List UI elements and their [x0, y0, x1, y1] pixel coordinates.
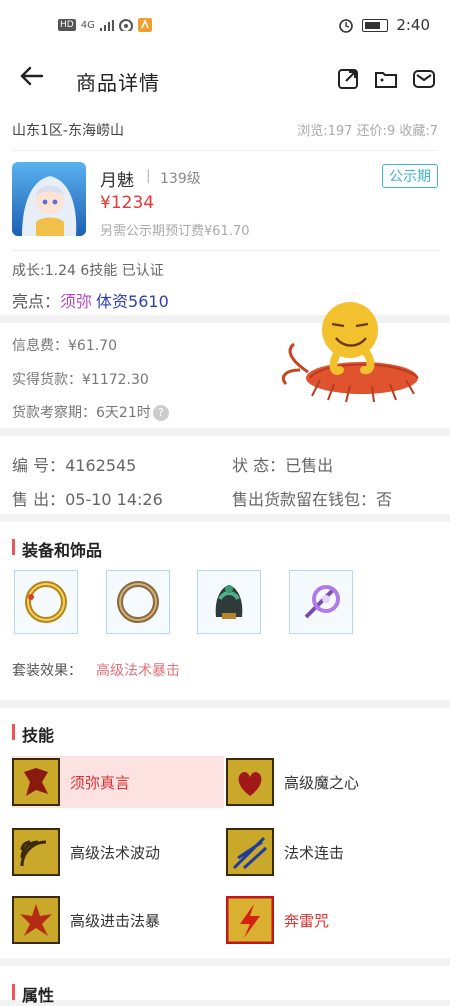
skill-item[interactable]: 须弥真言: [12, 756, 224, 808]
help-icon[interactable]: ?: [152, 405, 169, 421]
section-title-equipment: 装备和饰品: [12, 537, 102, 561]
clock: 2:40: [396, 16, 430, 34]
name-separator: |: [146, 168, 151, 184]
item-id: 编 号：4162545: [12, 456, 137, 475]
helmet-icon[interactable]: [197, 570, 261, 634]
server-name: 山东1区-东海崂山: [12, 123, 124, 139]
folder-icon[interactable]: [374, 68, 398, 90]
highlights: 亮点：须弥 体资5610: [12, 292, 169, 311]
growth-info: 成长:1.24 6技能 已认证: [12, 263, 164, 279]
gold-ring-icon[interactable]: [14, 570, 78, 634]
section-title-attributes: 属性: [12, 982, 54, 1006]
reservation-fee-note: 另需公示期预订费¥61.70: [100, 224, 250, 239]
set-effect-label: 套装效果：: [12, 663, 82, 679]
character-avatar: [12, 162, 86, 236]
skill-item[interactable]: 高级法术波动: [12, 826, 224, 878]
signal-icon: [99, 19, 114, 31]
message-icon[interactable]: [412, 68, 436, 90]
trade-info-card: 编 号：4162545 状 态：已售出 售 出：05-10 14:26 售出货款…: [0, 436, 450, 514]
status-bar: HD 4G 2:40: [0, 0, 450, 52]
status-badge: 公示期: [382, 164, 438, 188]
sold-time: 售 出：05-10 14:26: [12, 490, 163, 509]
hd-indicator: HD: [58, 19, 76, 31]
actual-payment: 实得货款：¥1172.30: [12, 372, 149, 388]
attributes-card: [0, 966, 450, 1000]
info-fee: 信息费：¥61.70: [12, 338, 117, 354]
alarm-icon: [339, 19, 354, 33]
skill-wave-icon: [12, 828, 60, 876]
mascot-sticker: [280, 300, 430, 410]
wifi-icon: [118, 19, 133, 31]
highlight-tag: 须弥: [60, 292, 93, 311]
skill-thunder-icon: [226, 896, 274, 944]
character-level: 139级: [160, 171, 201, 187]
wallet-retention: 售出货款留在钱包：否: [232, 490, 393, 509]
character-name: 月魅: [100, 171, 134, 191]
set-effect-value: 高级法术暴击: [96, 663, 180, 679]
listing-card: 山东1区-东海崂山 浏览:197 还价:9 收藏:7 月魅 | 139级 ¥12…: [0, 110, 450, 315]
purple-weapon-icon[interactable]: [289, 570, 353, 634]
network-indicator: 4G: [80, 19, 95, 31]
bronze-ring-icon[interactable]: [106, 570, 170, 634]
price: ¥1234: [100, 193, 155, 213]
page-title: 商品详情: [76, 71, 160, 95]
review-period: 货款考察期：6天21时?: [12, 402, 169, 422]
share-icon[interactable]: [336, 68, 360, 90]
nav-bar: 商品详情: [0, 52, 450, 110]
skill-burst-icon: [12, 896, 60, 944]
skill-xumi-icon: [12, 758, 60, 806]
highlight-tag: 体资5610: [96, 292, 169, 311]
listing-stats: 浏览:197 还价:9 收藏:7: [297, 124, 438, 139]
skill-item[interactable]: 法术连击: [226, 826, 438, 878]
skill-item[interactable]: 高级魔之心: [226, 756, 438, 808]
battery-icon: [362, 18, 389, 32]
skill-combo-icon: [226, 828, 274, 876]
skill-item[interactable]: 高级进击法暴: [12, 894, 224, 946]
app-notification-icon: [137, 18, 152, 32]
item-status: 状 态：已售出: [232, 456, 334, 475]
skill-heart-icon: [226, 758, 274, 806]
skill-item[interactable]: 奔雷咒: [226, 894, 438, 946]
section-title-skills: 技能: [12, 722, 54, 746]
back-arrow-icon[interactable]: [20, 64, 44, 95]
